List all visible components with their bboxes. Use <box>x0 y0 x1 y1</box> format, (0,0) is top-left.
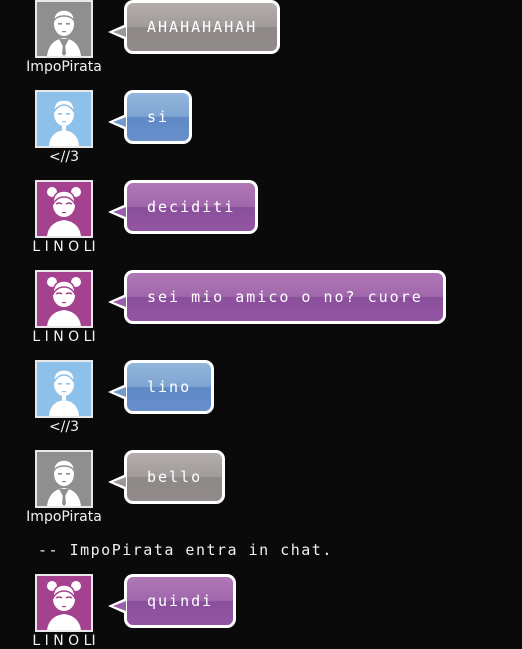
bubble-tail-fill <box>113 117 126 127</box>
bubble-tail-fill <box>113 477 126 487</box>
girl-avatar-icon[interactable] <box>35 574 93 632</box>
bubble-tail-fill <box>113 601 126 611</box>
message-bubble: bello <box>124 450 226 504</box>
bubble-tail-fill <box>113 207 126 217</box>
message-text: bello <box>147 468 203 486</box>
boy-avatar-icon[interactable] <box>35 360 93 418</box>
message-text: quindi <box>147 592 214 610</box>
message-text: AHAHAHAHAH <box>147 18 258 36</box>
bubble-tail-fill <box>113 387 126 397</box>
male-avatar-icon[interactable] <box>35 450 93 508</box>
bubble-tail-fill <box>113 27 126 37</box>
message-text: lino <box>147 378 192 396</box>
message-bubble: sei mio amico o no? cuore <box>124 270 446 324</box>
boy-avatar-icon[interactable] <box>35 90 93 148</box>
message-bubble: AHAHAHAHAH <box>124 0 281 54</box>
message-text: sei mio amico o no? cuore <box>147 288 423 306</box>
bubble-tail-fill <box>113 297 126 307</box>
male-avatar-icon[interactable] <box>35 0 93 58</box>
username[interactable]: L I N O LI <box>8 329 120 345</box>
username[interactable]: <//3 <box>8 419 120 435</box>
username[interactable]: ImpoPirata <box>8 509 120 525</box>
message-bubble: lino <box>124 360 215 414</box>
girl-avatar-icon[interactable] <box>35 180 93 238</box>
username[interactable]: ImpoPirata <box>8 59 120 75</box>
message-text: si <box>147 108 170 126</box>
girl-avatar-icon[interactable] <box>35 270 93 328</box>
system-message: -- ImpoPirata entra in chat. <box>38 541 333 559</box>
message-bubble: si <box>124 90 193 144</box>
username[interactable]: L I N O LI <box>8 633 120 649</box>
username[interactable]: L I N O LI <box>8 239 120 255</box>
message-bubble: quindi <box>124 574 237 628</box>
username[interactable]: <//3 <box>8 149 120 165</box>
message-bubble: deciditi <box>124 180 259 234</box>
message-text: deciditi <box>147 198 236 216</box>
